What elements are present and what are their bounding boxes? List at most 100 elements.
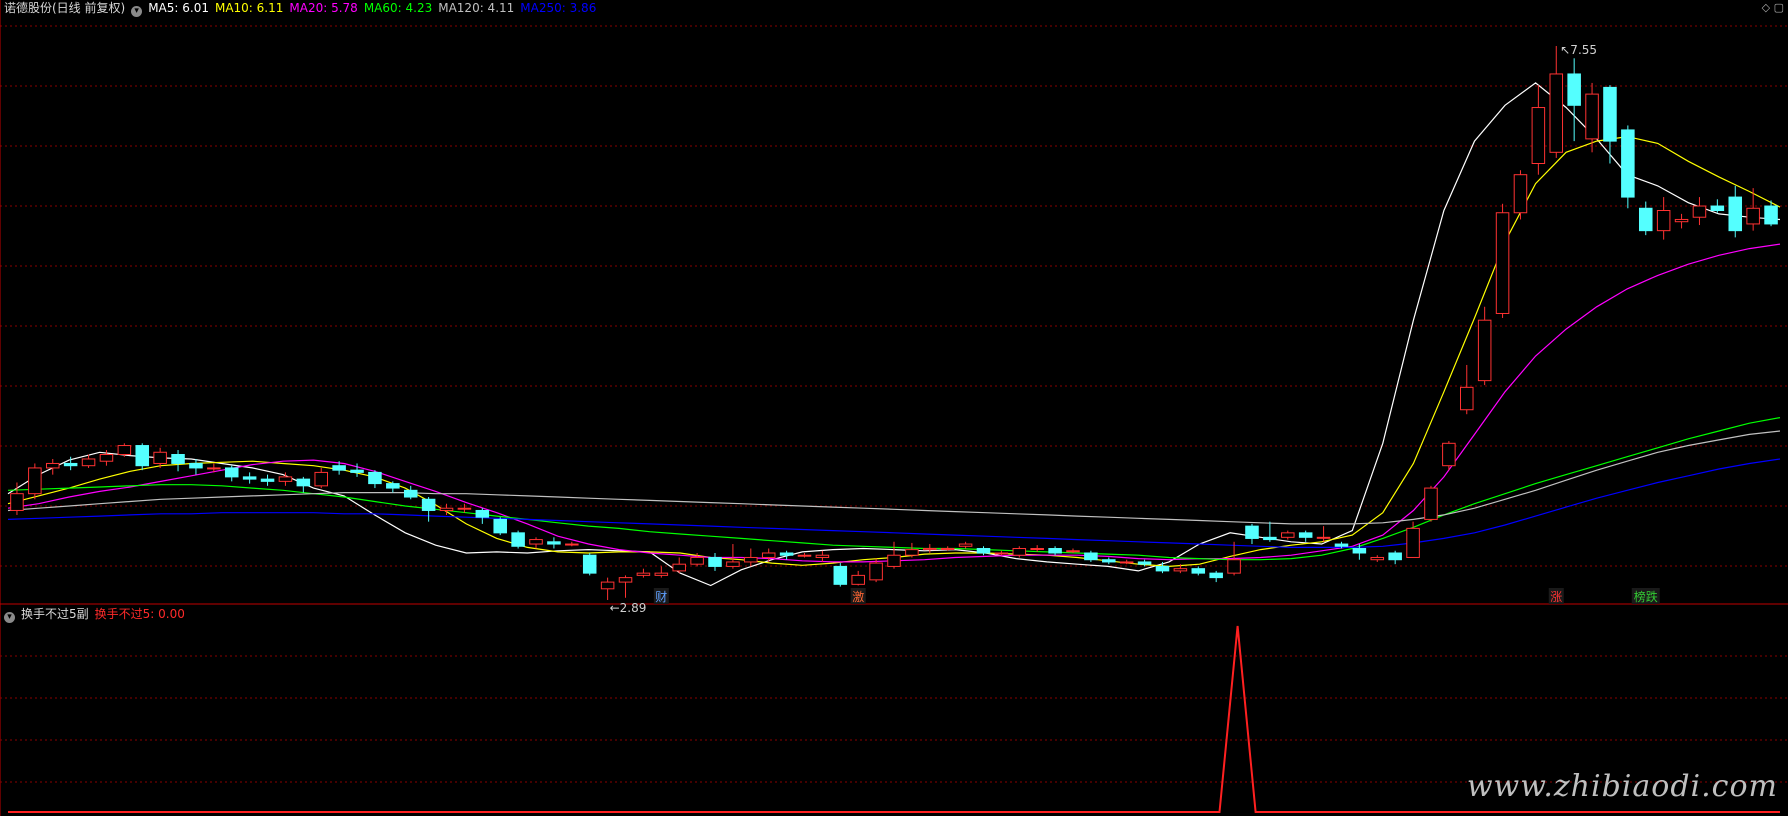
indicator-name[interactable]: 换手不过5副	[21, 607, 89, 621]
candle-body	[726, 561, 740, 567]
candle	[618, 575, 633, 598]
candle-body	[1567, 73, 1581, 106]
watermark: www.zhibiaodi.com	[1466, 769, 1778, 804]
candle	[547, 537, 561, 549]
candle	[1495, 203, 1510, 318]
candle	[1388, 550, 1402, 565]
candle	[457, 503, 472, 513]
candle	[45, 458, 60, 475]
event-mark: 激	[852, 590, 864, 604]
candle-body	[779, 552, 794, 556]
candle	[1442, 441, 1456, 471]
candle	[636, 568, 651, 578]
candle-body	[672, 563, 686, 572]
chart-grid	[0, 0, 1788, 816]
candle-body	[994, 552, 1009, 555]
candle-body	[618, 577, 633, 583]
candle-body	[493, 518, 507, 534]
candlesticks	[10, 45, 1778, 600]
candle-body	[63, 462, 78, 467]
candle-body	[547, 541, 561, 545]
candle	[1710, 199, 1725, 213]
candle	[672, 557, 686, 574]
candle-body	[153, 451, 167, 464]
restore-icon[interactable]: ▢	[1774, 1, 1784, 14]
candle-body	[386, 483, 400, 489]
candle	[1513, 170, 1528, 220]
candle-body	[1370, 556, 1385, 561]
stock-title[interactable]: 诺德股份(日线 前复权)	[4, 1, 125, 15]
diamond-icon[interactable]: ◇	[1762, 1, 1770, 14]
candle	[511, 530, 525, 549]
candle	[135, 443, 150, 471]
candle	[654, 566, 669, 578]
candle-body	[600, 581, 615, 590]
ma-legend-item[interactable]: MA60: 4.23	[364, 1, 432, 15]
candle	[368, 470, 382, 489]
candle	[1209, 570, 1223, 583]
candle	[171, 450, 185, 472]
candle-body	[1477, 319, 1492, 382]
candle-body	[1656, 210, 1671, 232]
candle-body	[1388, 552, 1402, 561]
candle	[1245, 523, 1259, 545]
candle-body	[1173, 568, 1188, 572]
candle-body	[403, 489, 418, 498]
candle-body	[1298, 532, 1313, 538]
candle	[833, 563, 848, 587]
candle	[1370, 555, 1385, 562]
candle-body	[744, 556, 758, 563]
candle	[565, 541, 579, 547]
candle-body	[797, 554, 812, 557]
candle	[1281, 530, 1295, 540]
candle-body	[1513, 174, 1528, 214]
settings-circle-icon[interactable]: ▾	[131, 6, 143, 17]
candle-body	[1119, 561, 1134, 564]
candle-body	[99, 454, 114, 462]
candle	[815, 550, 830, 562]
candle-body	[565, 543, 579, 546]
candle-body	[475, 509, 490, 518]
candle-body	[1102, 559, 1116, 563]
window-controls: ◇ ▢	[1762, 1, 1784, 14]
candle	[797, 552, 812, 558]
candle	[744, 548, 758, 567]
candle-body	[260, 478, 275, 482]
candle-body	[815, 554, 830, 558]
ma-legend-item[interactable]: MA20: 5.78	[289, 1, 357, 15]
candle-body	[1030, 548, 1044, 551]
candle-body	[457, 507, 472, 510]
candle-body	[958, 543, 973, 547]
candle-body	[582, 554, 597, 574]
candle-body	[636, 572, 651, 576]
candle-body	[690, 556, 704, 565]
candle	[1728, 185, 1743, 238]
candle-body	[1334, 543, 1349, 547]
candle	[1084, 550, 1098, 562]
candle-body	[189, 462, 203, 469]
candle	[1263, 521, 1277, 542]
ma-legend-item[interactable]: MA250: 3.86	[520, 1, 596, 15]
candle	[1460, 364, 1474, 415]
candle	[1298, 530, 1313, 542]
candle-body	[1495, 212, 1510, 314]
candle	[1102, 557, 1116, 565]
candle	[475, 508, 490, 524]
candle	[1406, 521, 1420, 558]
settings-circle-icon-sub[interactable]: ▾	[4, 612, 15, 623]
candle	[1585, 82, 1599, 153]
ma-legend-item[interactable]: MA120: 4.11	[438, 1, 514, 15]
ma-legend-item[interactable]: MA5: 6.01	[148, 1, 209, 15]
candle-body	[10, 493, 24, 511]
candle-body	[1191, 568, 1206, 574]
ma-legend-items: MA5: 6.01 MA10: 6.11 MA20: 5.78 MA60: 4.23 M…	[148, 1, 602, 15]
candle-body	[1710, 205, 1725, 212]
candle	[242, 472, 257, 484]
candle	[1155, 561, 1170, 574]
candle	[1316, 526, 1331, 542]
candle	[1692, 197, 1707, 226]
candle-body	[1764, 205, 1778, 225]
candle-body	[869, 562, 883, 581]
ma-legend-item[interactable]: MA10: 6.11	[215, 1, 283, 15]
candle	[1567, 58, 1581, 142]
